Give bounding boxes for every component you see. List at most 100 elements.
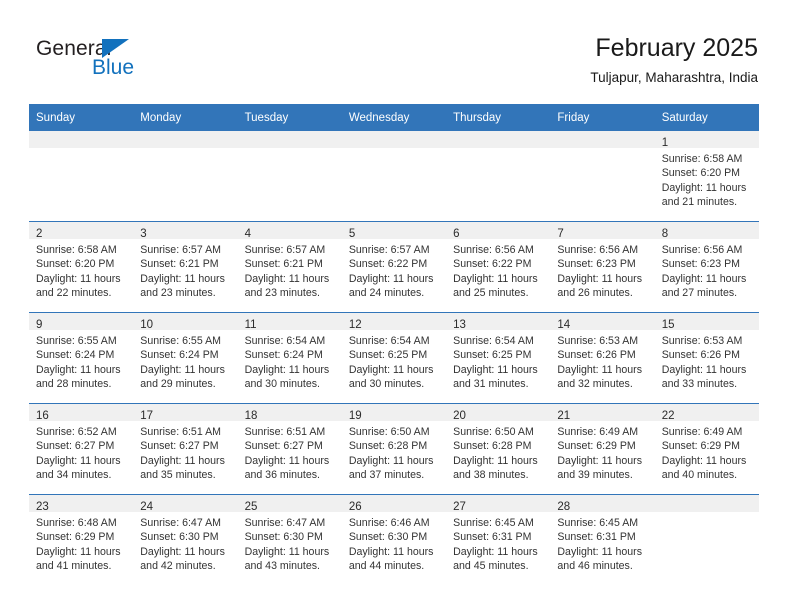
day-number-band: 2 xyxy=(29,222,134,240)
day-number: 26 xyxy=(348,501,362,513)
day-number: 7 xyxy=(557,228,564,240)
calendar-day-cell[interactable]: 11 Sunrise: 6:54 AM Sunset: 6:24 PM Dayligh… xyxy=(237,312,342,404)
day-details xyxy=(133,148,238,152)
sunset-text: Sunset: 6:21 PM xyxy=(140,258,219,271)
daylight-text: Daylight: 11 hours xyxy=(348,363,434,376)
calendar-day-cell[interactable]: 14 Sunrise: 6:53 AM Sunset: 6:26 PM Dayligh… xyxy=(550,312,655,404)
day-details xyxy=(446,148,551,152)
day-details: Sunrise: 6:50 AM Sunset: 6:28 PM Daylight:… xyxy=(446,421,551,483)
sunset-text: Sunset: 6:20 PM xyxy=(36,258,115,271)
sunset-text: Sunset: 6:31 PM xyxy=(557,531,636,544)
sunrise-text: Sunrise: 6:49 AM xyxy=(661,426,743,438)
calendar-day-cell[interactable]: 21 Sunrise: 6:49 AM Sunset: 6:29 PM Dayligh… xyxy=(550,403,655,495)
day-number: 4 xyxy=(244,228,251,240)
calendar-day-cell[interactable]: 15 Sunrise: 6:53 AM Sunset: 6:26 PM Dayligh… xyxy=(654,312,759,404)
calendar-day-cell[interactable]: 8 Sunrise: 6:56 AM Sunset: 6:23 PM Daylight… xyxy=(654,221,759,313)
calendar-day-cell[interactable]: 24 Sunrise: 6:47 AM Sunset: 6:30 PM Dayligh… xyxy=(133,494,238,585)
daylight-text-cont: and 34 minutes. xyxy=(36,469,112,482)
day-number-band: 25 xyxy=(237,495,342,513)
sunrise-text: Sunrise: 6:58 AM xyxy=(36,244,117,256)
daylight-text: Daylight: 11 hours xyxy=(140,272,225,285)
daylight-text-cont: and 38 minutes. xyxy=(453,469,529,482)
sunset-text: Sunset: 6:30 PM xyxy=(140,531,219,544)
sunrise-text: Sunrise: 6:50 AM xyxy=(453,426,534,438)
calendar-day-cell[interactable]: 25 Sunrise: 6:47 AM Sunset: 6:30 PM Dayligh… xyxy=(237,494,342,585)
sunset-text: Sunset: 6:25 PM xyxy=(453,349,532,362)
day-details: Sunrise: 6:54 AM Sunset: 6:24 PM Daylight:… xyxy=(237,330,342,392)
calendar-day-cell[interactable]: 17 Sunrise: 6:51 AM Sunset: 6:27 PM Dayligh… xyxy=(133,403,238,495)
calendar-day-cell[interactable]: 12 Sunrise: 6:54 AM Sunset: 6:25 PM Dayligh… xyxy=(341,312,447,404)
day-number: 16 xyxy=(36,410,49,422)
sunset-text: Sunset: 6:30 PM xyxy=(348,531,428,544)
sunset-text: Sunset: 6:28 PM xyxy=(348,440,428,453)
weekday-header-row: Sunday Monday Tuesday Wednesday Thursday Frid… xyxy=(29,104,759,131)
sunrise-text: Sunrise: 6:55 AM xyxy=(36,335,117,347)
daylight-text: Daylight: 11 hours xyxy=(453,363,538,376)
calendar-day-cell[interactable]: 23 Sunrise: 6:48 AM Sunset: 6:29 PM Dayligh… xyxy=(29,494,134,585)
calendar-day-cell[interactable]: 7 Sunrise: 6:56 AM Sunset: 6:23 PM Daylight… xyxy=(550,221,655,313)
daylight-text-cont: and 26 minutes. xyxy=(557,287,633,300)
daylight-text: Daylight: 11 hours xyxy=(244,363,330,376)
general-blue-logo[interactable]: General Blue xyxy=(36,38,156,84)
calendar-day-cell[interactable]: 19 Sunrise: 6:50 AM Sunset: 6:28 PM Dayligh… xyxy=(341,403,447,495)
calendar-day-cell[interactable]: 9 Sunrise: 6:55 AM Sunset: 6:24 PM Daylight… xyxy=(29,312,134,404)
day-details: Sunrise: 6:55 AM Sunset: 6:24 PM Daylight:… xyxy=(133,330,238,392)
daylight-text: Daylight: 11 hours xyxy=(140,454,225,467)
daylight-text-cont: and 24 minutes. xyxy=(348,287,425,300)
day-number-band: 26 xyxy=(341,495,447,513)
sunset-text: Sunset: 6:21 PM xyxy=(244,258,323,271)
daylight-text: Daylight: 11 hours xyxy=(557,454,643,467)
daylight-text-cont: and 42 minutes. xyxy=(140,560,216,573)
day-details: Sunrise: 6:55 AM Sunset: 6:24 PM Daylight:… xyxy=(29,330,134,392)
calendar-day-cell[interactable]: 2 Sunrise: 6:58 AM Sunset: 6:20 PM Daylight… xyxy=(29,221,134,313)
day-number-band: 21 xyxy=(550,404,655,422)
day-details: Sunrise: 6:57 AM Sunset: 6:21 PM Daylight:… xyxy=(133,239,238,301)
calendar-day-cell[interactable]: 10 Sunrise: 6:55 AM Sunset: 6:24 PM Dayligh… xyxy=(133,312,238,404)
day-number: 18 xyxy=(244,410,258,422)
sunset-text: Sunset: 6:24 PM xyxy=(36,349,115,362)
day-number: 19 xyxy=(348,410,362,422)
calendar-day-cell[interactable]: 13 Sunrise: 6:54 AM Sunset: 6:25 PM Dayligh… xyxy=(446,312,551,404)
calendar-day-cell[interactable]: 16 Sunrise: 6:52 AM Sunset: 6:27 PM Dayligh… xyxy=(29,403,134,495)
calendar-day-cell[interactable]: 28 Sunrise: 6:45 AM Sunset: 6:31 PM Dayligh… xyxy=(550,494,655,585)
calendar-day-cell[interactable]: 4 Sunrise: 6:57 AM Sunset: 6:21 PM Daylight… xyxy=(237,221,342,313)
day-number-band: 6 xyxy=(446,222,551,240)
sunrise-text: Sunrise: 6:56 AM xyxy=(453,244,534,256)
calendar-day-cell[interactable]: 27 Sunrise: 6:45 AM Sunset: 6:31 PM Dayligh… xyxy=(446,494,551,585)
day-number: 14 xyxy=(557,319,571,331)
daylight-text: Daylight: 11 hours xyxy=(244,454,330,467)
day-number-band: 17 xyxy=(133,404,238,422)
day-details: Sunrise: 6:51 AM Sunset: 6:27 PM Daylight:… xyxy=(133,421,238,483)
daylight-text: Daylight: 11 hours xyxy=(348,545,434,558)
daylight-text-cont: and 40 minutes. xyxy=(661,469,738,482)
calendar-day-cell[interactable]: 3 Sunrise: 6:57 AM Sunset: 6:21 PM Daylight… xyxy=(133,221,238,313)
sunset-text: Sunset: 6:26 PM xyxy=(661,349,741,362)
day-number: 9 xyxy=(36,319,43,331)
calendar-day-cell[interactable]: 26 Sunrise: 6:46 AM Sunset: 6:30 PM Dayligh… xyxy=(341,494,447,585)
day-number-band: 15 xyxy=(654,313,759,331)
sunset-text: Sunset: 6:22 PM xyxy=(453,258,532,271)
calendar-day-cell[interactable]: 1 Sunrise: 6:58 AM Sunset: 6:20 PM Daylight… xyxy=(654,131,759,222)
sunrise-text: Sunrise: 6:57 AM xyxy=(348,244,430,256)
sunrise-text: Sunrise: 6:52 AM xyxy=(36,426,117,438)
calendar-day-cell[interactable]: 18 Sunrise: 6:51 AM Sunset: 6:27 PM Dayligh… xyxy=(237,403,342,495)
daylight-text-cont: and 43 minutes. xyxy=(244,560,320,573)
day-number: 1 xyxy=(661,137,669,149)
day-number-band: 9 xyxy=(29,313,134,331)
day-number-band: 8 xyxy=(654,222,759,240)
sunset-text: Sunset: 6:29 PM xyxy=(661,440,741,453)
calendar-day-cell[interactable]: 22 Sunrise: 6:49 AM Sunset: 6:29 PM Dayligh… xyxy=(654,403,759,495)
day-details: Sunrise: 6:53 AM Sunset: 6:26 PM Daylight:… xyxy=(654,330,759,392)
daylight-text: Daylight: 11 hours xyxy=(36,363,121,376)
sunset-text: Sunset: 6:22 PM xyxy=(348,258,428,271)
sunset-text: Sunset: 6:24 PM xyxy=(140,349,219,362)
day-number: 27 xyxy=(453,501,466,513)
weekday-header-friday: Friday xyxy=(550,104,655,131)
sunrise-text: Sunrise: 6:57 AM xyxy=(244,244,326,256)
calendar-day-cell[interactable]: 20 Sunrise: 6:50 AM Sunset: 6:28 PM Dayligh… xyxy=(446,403,551,495)
calendar-day-cell[interactable]: 5 Sunrise: 6:57 AM Sunset: 6:22 PM Daylight… xyxy=(341,221,447,313)
day-number: 25 xyxy=(244,501,258,513)
weekday-header-monday: Monday xyxy=(133,104,238,131)
calendar-day-cell[interactable]: 6 Sunrise: 6:56 AM Sunset: 6:22 PM Daylight… xyxy=(446,221,551,313)
day-number-band: 28 xyxy=(550,495,655,513)
